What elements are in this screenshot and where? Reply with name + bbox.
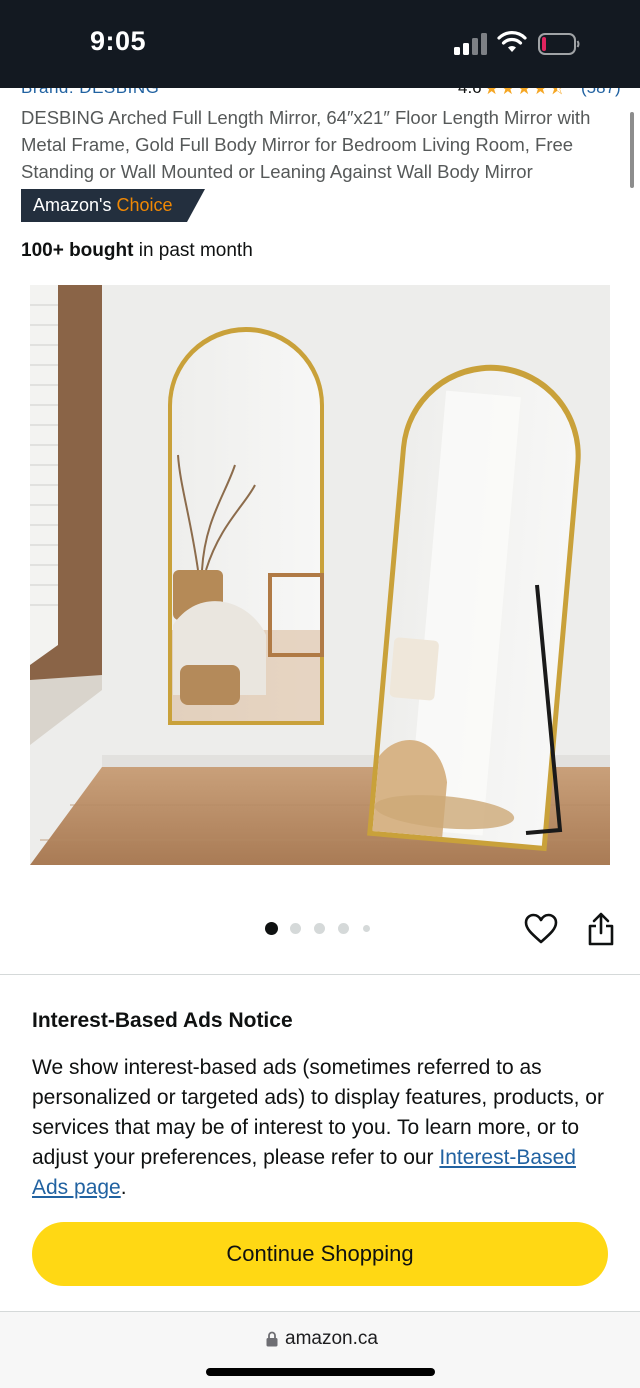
brand-link[interactable]: Brand: DESBING — [21, 88, 159, 98]
cellular-signal-icon — [454, 33, 488, 55]
product-image[interactable] — [30, 285, 610, 865]
browser-bottom-bar: amazon.ca — [0, 1312, 640, 1388]
carousel-dot[interactable] — [290, 923, 301, 934]
carousel-dot-active[interactable] — [265, 922, 278, 935]
amazons-choice-badge: Amazon's Choice — [21, 189, 205, 222]
product-title: DESBING Arched Full Length Mirror, 64″x2… — [21, 107, 591, 182]
bought-bold: 100+ bought — [21, 240, 134, 261]
lock-icon — [266, 1331, 278, 1347]
heart-icon[interactable] — [524, 913, 558, 945]
rating-value: 4.6 — [458, 88, 482, 98]
url-bar[interactable]: amazon.ca — [285, 1328, 378, 1350]
home-indicator[interactable] — [206, 1368, 435, 1376]
share-icon[interactable] — [587, 912, 615, 946]
ads-notice-end: . — [120, 1176, 127, 1199]
scrollbar[interactable] — [630, 112, 634, 188]
ads-notice-body: We show interest-based ads (sometimes re… — [32, 1053, 616, 1203]
wifi-icon — [497, 31, 527, 52]
carousel-dot[interactable] — [338, 923, 349, 934]
rating-count[interactable]: (587) — [581, 88, 621, 98]
ads-notice-title: Interest-Based Ads Notice — [32, 1009, 293, 1032]
badge-prefix: Amazon's — [33, 195, 112, 215]
bought-count: 100+ bought in past month — [21, 240, 253, 262]
badge-label: Amazon's Choice — [33, 195, 173, 216]
carousel-dot[interactable] — [314, 923, 325, 934]
rating-stars-icon[interactable]: ★★★★⯪ — [484, 88, 566, 102]
brand-rating-row: Brand: DESBING 4.6 ★★★★⯪ (587) — [0, 88, 640, 102]
battery-icon — [538, 33, 580, 55]
status-time: 9:05 — [90, 26, 147, 56]
bought-rest: in past month — [133, 240, 253, 261]
continue-shopping-button[interactable]: Continue Shopping — [32, 1222, 608, 1286]
carousel-dot[interactable] — [363, 925, 370, 932]
status-bar: 9:05 — [0, 0, 640, 88]
ads-notice-panel: Interest-Based Ads Notice We show intere… — [0, 974, 640, 1312]
badge-accent: Choice — [116, 195, 173, 215]
